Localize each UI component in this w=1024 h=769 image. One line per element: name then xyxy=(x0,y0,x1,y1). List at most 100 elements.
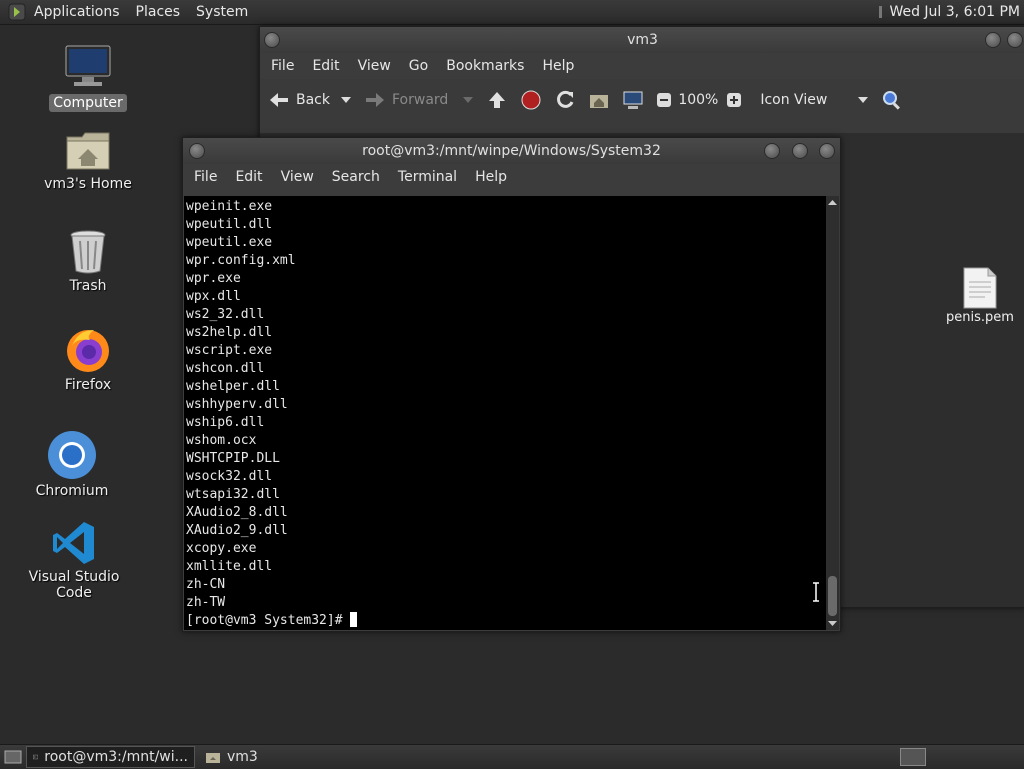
location-bar[interactable] xyxy=(260,121,1024,133)
terminal-line: XAudio2_8.dll xyxy=(186,505,288,520)
terminal-line: ws2_32.dll xyxy=(186,307,265,322)
terminal-line: xcopy.exe xyxy=(186,541,257,556)
terminal-line: wsock32.dll xyxy=(186,469,273,484)
menu-file[interactable]: File xyxy=(185,169,226,185)
terminal-titlebar[interactable]: root@vm3:/mnt/winpe/Windows/System32 xyxy=(183,138,840,164)
terminal-line: wpx.dll xyxy=(186,289,241,304)
up-arrow-icon[interactable] xyxy=(486,89,508,111)
chevron-down-icon[interactable] xyxy=(462,96,474,104)
forward-button[interactable]: Forward xyxy=(364,91,474,109)
view-mode-label: Icon View xyxy=(760,92,828,108)
desktop-label: vm3's Home xyxy=(44,176,132,192)
file-item[interactable]: penis.pem xyxy=(940,266,1020,325)
menu-help[interactable]: Help xyxy=(466,169,516,185)
text-cursor-ibeam-icon xyxy=(813,582,819,602)
desktop-icon-computer[interactable]: Computer xyxy=(33,44,143,112)
desktop-icon-trash[interactable]: Trash xyxy=(33,229,143,295)
minimize-button[interactable] xyxy=(764,143,780,159)
back-arrow-icon xyxy=(270,93,288,107)
desktop-label: Chromium xyxy=(35,483,109,499)
scroll-up-arrow-icon[interactable] xyxy=(826,198,839,206)
menu-view[interactable]: View xyxy=(272,169,323,185)
terminal-line: wpeutil.dll xyxy=(186,217,273,232)
clock[interactable]: Wed Jul 3, 6:01 PM xyxy=(885,4,1020,20)
window-menu-button[interactable] xyxy=(189,143,205,159)
workspace-switcher[interactable] xyxy=(900,748,926,766)
notification-area-handle-icon xyxy=(879,6,883,18)
terminal-window: root@vm3:/mnt/winpe/Windows/System32 Fil… xyxy=(182,137,841,632)
menu-file[interactable]: File xyxy=(262,58,303,74)
menu-help[interactable]: Help xyxy=(533,58,583,74)
desktop-icon-firefox[interactable]: Firefox xyxy=(33,326,143,394)
terminal-prompt-line[interactable]: [root@vm3 System32]# xyxy=(186,612,826,630)
forward-label: Forward xyxy=(392,92,449,108)
terminal-cursor xyxy=(350,612,358,627)
terminal-line: wpr.exe xyxy=(186,271,241,286)
home-folder-icon xyxy=(206,753,220,763)
terminal-line: wpr.config.xml xyxy=(186,253,296,268)
maximize-button[interactable] xyxy=(1007,32,1023,48)
terminal-prompt: [root@vm3 System32]# xyxy=(186,613,351,628)
window-title: vm3 xyxy=(627,32,658,48)
scroll-thumb[interactable] xyxy=(828,576,837,616)
system-menu[interactable]: System xyxy=(188,0,256,24)
taskbar-task-terminal[interactable]: root@vm3:/mnt/wi... xyxy=(26,746,195,768)
file-name: penis.pem xyxy=(946,310,1014,325)
vscode-icon xyxy=(53,522,94,564)
zoom-level: 100% xyxy=(678,92,719,108)
scroll-down-arrow-icon[interactable] xyxy=(826,620,839,628)
reload-icon[interactable] xyxy=(554,89,576,111)
menu-go[interactable]: Go xyxy=(400,58,437,74)
desktop-icon-vscode[interactable]: Visual Studio Code xyxy=(19,520,129,602)
terminal-scrollbar[interactable] xyxy=(826,196,839,630)
menu-terminal[interactable]: Terminal xyxy=(389,169,466,185)
menu-edit[interactable]: Edit xyxy=(303,58,348,74)
forward-arrow-icon xyxy=(366,93,384,107)
terminal-line: wship6.dll xyxy=(186,415,265,430)
view-mode-select[interactable]: Icon View xyxy=(760,92,869,108)
terminal-line: wshhyperv.dll xyxy=(186,397,288,412)
terminal-menubar: File Edit View Search Terminal Help xyxy=(183,164,840,190)
terminal-line: zh-TW xyxy=(186,595,226,610)
zoom-in-icon[interactable] xyxy=(726,92,742,108)
desktop-icon-chromium[interactable]: Chromium xyxy=(17,430,127,500)
terminal-line: xmllite.dll xyxy=(186,559,273,574)
terminal-line: wshelper.dll xyxy=(186,379,280,394)
zoom-control[interactable]: 100% xyxy=(656,92,748,108)
chevron-down-icon[interactable] xyxy=(340,96,352,104)
task-label: root@vm3:/mnt/wi... xyxy=(44,749,188,765)
terminal-output[interactable]: wpeinit.exe wpeutil.dll wpeutil.exe wpr.con… xyxy=(184,196,826,630)
file-manager-titlebar[interactable]: vm3 xyxy=(260,27,1024,53)
text-file-icon xyxy=(963,267,997,309)
maximize-button[interactable] xyxy=(792,143,808,159)
window-menu-button[interactable] xyxy=(264,32,280,48)
back-button[interactable]: Back xyxy=(268,91,352,109)
file-manager-menubar: File Edit View Go Bookmarks Help xyxy=(260,53,1024,79)
applications-menu[interactable]: Applications xyxy=(26,0,128,24)
zoom-out-icon[interactable] xyxy=(656,92,672,108)
terminal-line: wscript.exe xyxy=(186,343,273,358)
desktop-label: Firefox xyxy=(64,377,112,393)
stop-icon[interactable] xyxy=(520,89,542,111)
taskbar-task-file-manager[interactable]: vm3 xyxy=(199,747,264,767)
menu-edit[interactable]: Edit xyxy=(226,169,271,185)
menu-view[interactable]: View xyxy=(349,58,400,74)
desktop-icon-home[interactable]: vm3's Home xyxy=(33,129,143,193)
search-icon[interactable] xyxy=(881,89,903,111)
menu-search[interactable]: Search xyxy=(323,169,389,185)
menu-bookmarks[interactable]: Bookmarks xyxy=(437,58,533,74)
terminal-line: wtsapi32.dll xyxy=(186,487,280,502)
terminal-line: ws2help.dll xyxy=(186,325,273,340)
file-manager-toolbar: Back Forward 100% Icon View xyxy=(260,79,1024,121)
show-desktop-icon[interactable] xyxy=(4,749,22,765)
terminal-lines: wpeinit.exe wpeutil.dll wpeutil.exe wpr.con… xyxy=(184,196,826,630)
desktop-label: Computer xyxy=(49,94,127,112)
desktop-label: Trash xyxy=(69,278,107,294)
chromium-icon xyxy=(48,431,96,479)
places-menu[interactable]: Places xyxy=(128,0,189,24)
minimize-button[interactable] xyxy=(985,32,1001,48)
home-icon[interactable] xyxy=(588,89,610,111)
computer-icon[interactable] xyxy=(622,89,644,111)
gnome-foot-icon[interactable] xyxy=(8,3,26,21)
close-button[interactable] xyxy=(819,143,835,159)
